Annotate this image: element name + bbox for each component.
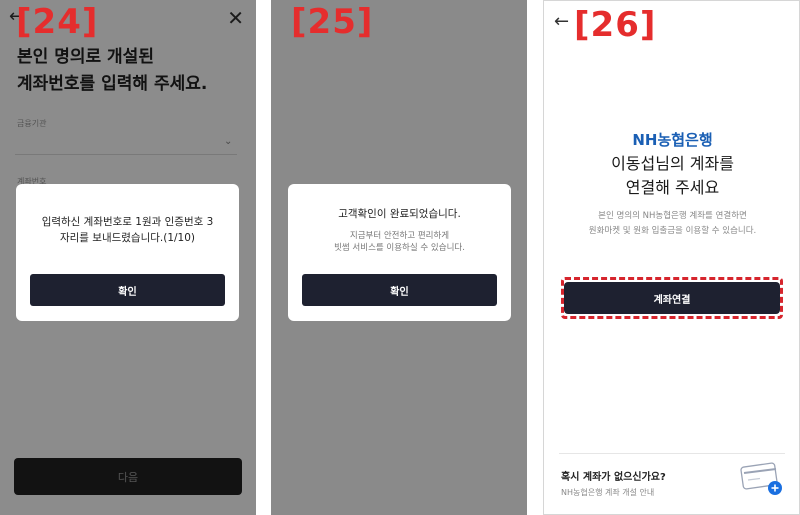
page-description: 본인 명의의 NH농협은행 계좌를 연결하면 원화마켓 및 원화 입출금을 이용…: [544, 209, 799, 239]
add-card-icon[interactable]: [740, 461, 784, 497]
step-label: [25]: [291, 2, 374, 42]
no-account-subtitle[interactable]: NH농협은행 계좌 개설 안내: [561, 487, 654, 498]
dialog-message: 입력하신 계좌번호로 1원과 인증번호 3 자리를 보내드렸습니다.(1/10): [16, 214, 239, 246]
page-description-line-2: 원화마켓 및 원화 입출금을 이용할 수 있습니다.: [588, 226, 757, 236]
no-account-title[interactable]: 혹시 계좌가 없으신가요?: [561, 468, 666, 483]
page-title-line-1: 이동섭님의 계좌를: [611, 154, 734, 173]
confirm-button[interactable]: 확인: [302, 274, 497, 306]
page-title-line-2: 연결해 주세요: [625, 178, 720, 197]
screen-24: ← ✕ 본인 명의로 개설된 계좌번호를 입력해 주세요. 금융기관 ⌄ 계좌번…: [0, 0, 256, 515]
next-button[interactable]: 다음: [14, 458, 242, 495]
page-title: 이동섭님의 계좌를 연결해 주세요: [544, 152, 799, 200]
screen-26: ← [26] NH농협은행 이동섭님의 계좌를 연결해 주세요 본인 명의의 N…: [543, 0, 800, 515]
dialog-sub-line-2: 빗썸 서비스를 이용하실 수 있습니다.: [334, 243, 465, 253]
dialog-message-line-1: 입력하신 계좌번호로 1원과 인증번호 3: [41, 216, 214, 228]
page-description-line-1: 본인 명의의 NH농협은행 계좌를 연결하면: [598, 211, 747, 221]
dialog-message: 고객확인이 완료되었습니다.: [338, 208, 461, 220]
step-label: [24]: [16, 2, 99, 42]
divider: [559, 453, 785, 454]
step-label: [26]: [574, 5, 657, 45]
nh-bank-logo: NH농협은행: [632, 131, 713, 149]
dialog-sub-message: 지금부터 안전하고 편리하게 빗썸 서비스를 이용하실 수 있습니다.: [288, 230, 511, 254]
dialog-message-line-2: 자리를 보내드렸습니다.(1/10): [59, 232, 196, 244]
back-arrow-icon[interactable]: ←: [554, 11, 569, 32]
dialog-sub-line-1: 지금부터 안전하고 편리하게: [349, 231, 450, 241]
highlight-box: [561, 277, 783, 319]
verification-dialog: 입력하신 계좌번호로 1원과 인증번호 3 자리를 보내드렸습니다.(1/10)…: [16, 184, 239, 321]
confirm-button[interactable]: 확인: [30, 274, 225, 306]
screen-25: [25] 고객확인이 완료되었습니다. 지금부터 안전하고 편리하게 빗썸 서비…: [271, 0, 527, 515]
completion-dialog: 고객확인이 완료되었습니다. 지금부터 안전하고 편리하게 빗썸 서비스를 이용…: [288, 184, 511, 321]
